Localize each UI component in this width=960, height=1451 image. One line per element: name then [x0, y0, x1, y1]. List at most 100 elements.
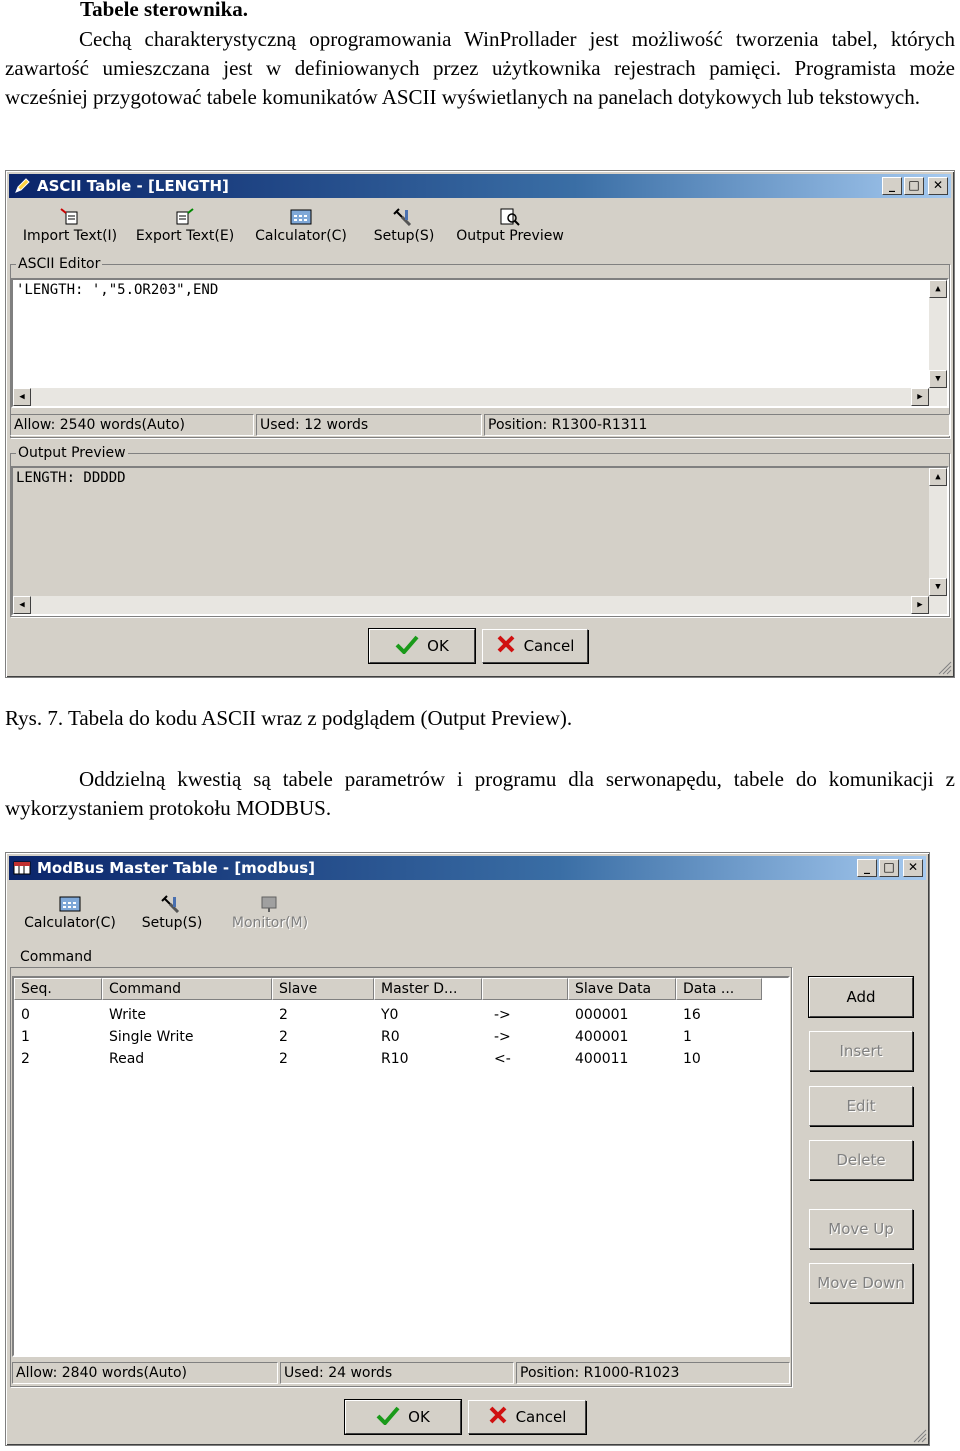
- column-header-seq[interactable]: Seq.: [14, 978, 102, 1000]
- table-icon: [13, 860, 31, 876]
- cell-master-data: R0: [381, 1029, 400, 1045]
- column-header-slave-data[interactable]: Slave Data: [568, 978, 676, 1000]
- window-title: ModBus Master Table - [modbus]: [37, 859, 316, 877]
- position-status: Position: R1000-R1023: [516, 1362, 790, 1384]
- ok-button[interactable]: OK: [344, 1399, 462, 1435]
- export-icon: [173, 206, 197, 228]
- cell-data: 16: [683, 1007, 701, 1023]
- column-header-command[interactable]: Command: [102, 978, 272, 1000]
- edit-button[interactable]: Edit: [809, 1086, 913, 1126]
- cell-slave-data: 400011: [575, 1051, 629, 1067]
- modbus-window-titlebar[interactable]: ModBus Master Table - [modbus]: [9, 856, 926, 880]
- modbus-paragraph: Oddzielną kwestią są tabele parametrów i…: [5, 767, 955, 820]
- used-status: Used: 24 words: [280, 1362, 514, 1384]
- command-group-label: Command: [18, 949, 94, 965]
- scroll-left-icon[interactable]: ◀: [13, 596, 31, 614]
- ascii-window-titlebar[interactable]: ASCII Table - [LENGTH]: [9, 174, 951, 198]
- close-button[interactable]: ✕: [928, 177, 948, 195]
- table-row[interactable]: 2 Read 2 R10 <- 400011 10: [14, 1048, 762, 1070]
- cancel-button[interactable]: Cancel: [468, 1400, 586, 1434]
- preview-vertical-scrollbar[interactable]: ▲ ▼: [929, 468, 947, 614]
- ok-button[interactable]: OK: [368, 628, 476, 664]
- cell-slave: 2: [279, 1051, 288, 1067]
- calculator-label: Calculator(C): [255, 228, 347, 244]
- editor-vertical-scrollbar[interactable]: ▲ ▼: [929, 280, 947, 406]
- cancel-label: Cancel: [515, 1408, 567, 1426]
- ascii-editor-input[interactable]: 'LENGTH: ',"5.OR203",END ▲ ▼ ◀ ▶: [11, 278, 949, 408]
- calculator-button[interactable]: Calculator(C): [244, 204, 358, 246]
- setup-label: Setup(S): [373, 228, 435, 244]
- move-down-button[interactable]: Move Down: [809, 1263, 913, 1303]
- cell-slave-data: 000001: [575, 1007, 629, 1023]
- column-header-master-data[interactable]: Master D...: [374, 978, 482, 1000]
- table-row[interactable]: 0 Write 2 Y0 -> 000001 16: [14, 1004, 762, 1026]
- output-preview-label: Output Preview: [456, 228, 564, 244]
- resize-grip-icon[interactable]: [911, 1427, 927, 1443]
- move-down-label: Move Down: [817, 1274, 905, 1292]
- column-header-direction[interactable]: [482, 978, 568, 1000]
- cell-seq: 2: [21, 1051, 30, 1067]
- allow-status: Allow: 2840 words(Auto): [12, 1362, 278, 1384]
- add-label: Add: [846, 988, 876, 1006]
- output-preview-text: LENGTH: DDDDD: [16, 470, 126, 486]
- close-button[interactable]: ✕: [903, 859, 923, 877]
- setup-label: Setup(S): [141, 915, 203, 931]
- monitor-icon: [258, 893, 282, 915]
- minimize-button[interactable]: _: [857, 859, 877, 877]
- scroll-down-icon[interactable]: ▼: [929, 578, 947, 596]
- cell-master-data: R10: [381, 1051, 409, 1067]
- cancel-button[interactable]: Cancel: [482, 629, 588, 663]
- setup-button[interactable]: Setup(S): [358, 204, 450, 246]
- monitor-button[interactable]: Monitor(M): [216, 891, 324, 933]
- move-up-label: Move Up: [828, 1220, 894, 1238]
- scroll-down-icon[interactable]: ▼: [929, 370, 947, 388]
- setup-button[interactable]: Setup(S): [128, 891, 216, 933]
- command-listview[interactable]: Seq. Command Slave Master D... Slave Dat…: [12, 976, 790, 1357]
- section-heading: Tabele sterownika.: [80, 0, 249, 21]
- scroll-up-icon[interactable]: ▲: [929, 468, 947, 486]
- cell-slave: 2: [279, 1029, 288, 1045]
- preview-horizontal-scrollbar[interactable]: ◀ ▶: [13, 596, 929, 614]
- output-preview-button[interactable]: Output Preview: [450, 204, 570, 246]
- output-preview-group-label: Output Preview: [16, 445, 128, 461]
- add-button[interactable]: Add: [808, 976, 914, 1018]
- maximize-button[interactable]: □: [904, 177, 924, 195]
- column-header-data[interactable]: Data ...: [676, 978, 762, 1000]
- ascii-table-window: ASCII Table - [LENGTH] _ □ ✕ Import Text…: [5, 170, 955, 678]
- editor-horizontal-scrollbar[interactable]: ◀ ▶: [13, 388, 929, 406]
- cell-direction: <-: [494, 1051, 511, 1067]
- modbus-table-window: ModBus Master Table - [modbus] _ □ ✕ Cal…: [5, 852, 930, 1446]
- maximize-button[interactable]: □: [879, 859, 899, 877]
- delete-button[interactable]: Delete: [809, 1140, 913, 1180]
- resize-grip-icon[interactable]: [936, 659, 952, 675]
- tools-icon: [392, 206, 416, 228]
- ok-label: OK: [427, 637, 449, 655]
- minimize-button[interactable]: _: [882, 177, 902, 195]
- ascii-editor-label: ASCII Editor: [16, 256, 103, 272]
- column-header-slave[interactable]: Slave: [272, 978, 374, 1000]
- cell-seq: 0: [21, 1007, 30, 1023]
- cell-seq: 1: [21, 1029, 30, 1045]
- calculator-label: Calculator(C): [24, 915, 116, 931]
- figure-caption: Rys. 7. Tabela do kodu ASCII wraz z podg…: [5, 706, 573, 730]
- cell-slave: 2: [279, 1007, 288, 1023]
- tools-icon: [160, 893, 184, 915]
- scroll-right-icon[interactable]: ▶: [911, 388, 929, 406]
- cancel-x-icon: [488, 1405, 508, 1429]
- scroll-up-icon[interactable]: ▲: [929, 280, 947, 298]
- monitor-label: Monitor(M): [231, 915, 309, 931]
- export-text-button[interactable]: Export Text(E): [126, 204, 244, 246]
- import-text-button[interactable]: Import Text(I): [14, 204, 126, 246]
- preview-icon: [498, 206, 522, 228]
- calculator-icon: [58, 893, 82, 915]
- pencil-icon: [13, 178, 31, 194]
- cell-data: 10: [683, 1051, 701, 1067]
- edit-label: Edit: [846, 1097, 876, 1115]
- scroll-right-icon[interactable]: ▶: [911, 596, 929, 614]
- scroll-left-icon[interactable]: ◀: [13, 388, 31, 406]
- move-up-button[interactable]: Move Up: [809, 1209, 913, 1249]
- calculator-button[interactable]: Calculator(C): [12, 891, 128, 933]
- insert-button[interactable]: Insert: [809, 1031, 913, 1071]
- table-row[interactable]: 1 Single Write 2 R0 -> 400001 1: [14, 1026, 762, 1048]
- allow-status: Allow: 2540 words(Auto): [10, 414, 254, 436]
